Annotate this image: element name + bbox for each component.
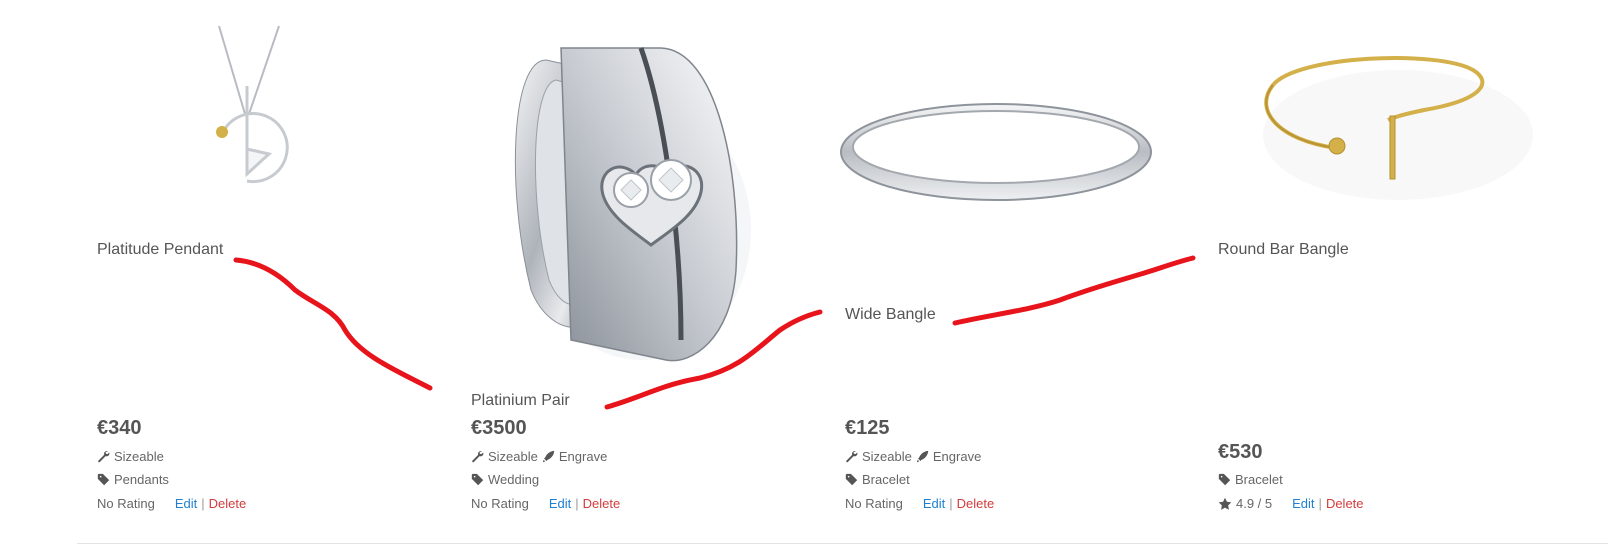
card-actions: Edit | Delete	[175, 496, 246, 511]
wrench-icon	[471, 450, 484, 463]
product-card: Round Bar Bangle €530 Bracelet 4.9 / 5 E…	[1218, 0, 1558, 540]
category-label: Bracelet	[1235, 472, 1283, 487]
product-price: €3500	[471, 417, 527, 439]
tag-icon	[845, 473, 858, 486]
product-image-bar-bangle[interactable]	[1248, 40, 1548, 220]
category-line: Wedding	[471, 472, 539, 487]
action-separator: |	[949, 496, 953, 511]
rating-text: No Rating	[97, 496, 155, 511]
feature-line: Sizeable Engrave	[845, 449, 981, 464]
action-separator: |	[1318, 496, 1322, 511]
tag-icon	[1218, 473, 1231, 486]
product-card: Platitude Pendant €340 Sizeable Pendants…	[97, 0, 437, 540]
rating-text: No Rating	[845, 496, 903, 511]
category-label: Wedding	[488, 472, 540, 487]
product-name[interactable]: Round Bar Bangle	[1218, 241, 1349, 259]
feature-label: Sizeable	[862, 449, 912, 464]
feature-label: Engrave	[932, 449, 982, 464]
card-actions: Edit | Delete	[1292, 496, 1363, 511]
product-card: Platinium Pair €3500 Sizeable Engrave We…	[471, 0, 811, 540]
product-name[interactable]: Platitude Pendant	[97, 241, 223, 259]
delete-link[interactable]: Delete	[957, 496, 995, 511]
rating-line: No Rating Edit | Delete	[471, 496, 620, 511]
product-card: Wide Bangle €125 Sizeable Engrave Bracel…	[840, 0, 1185, 540]
feature-label: Sizeable	[114, 449, 164, 464]
pen-nib-icon	[542, 450, 555, 463]
feature-line: Sizeable	[97, 449, 164, 464]
rating-line: No Rating Edit | Delete	[845, 496, 994, 511]
category-line: Pendants	[97, 472, 169, 487]
category-label: Bracelet	[862, 472, 910, 487]
category-label: Pendants	[114, 472, 169, 487]
feature-label: Engrave	[558, 449, 608, 464]
action-separator: |	[201, 496, 205, 511]
product-price: €530	[1218, 441, 1263, 463]
edit-link[interactable]: Edit	[175, 496, 197, 511]
product-image-pendant[interactable]	[197, 24, 297, 189]
divider	[77, 543, 1608, 544]
action-separator: |	[575, 496, 579, 511]
product-price: €125	[845, 417, 890, 439]
product-name[interactable]: Platinium Pair	[471, 392, 570, 410]
pen-nib-icon	[916, 450, 929, 463]
tag-icon	[97, 473, 110, 486]
wrench-icon	[97, 450, 110, 463]
rating-text: No Rating	[471, 496, 529, 511]
delete-link[interactable]: Delete	[583, 496, 621, 511]
wrench-icon	[845, 450, 858, 463]
rating-line: No Rating Edit | Delete	[97, 496, 246, 511]
feature-line: Sizeable Engrave	[471, 449, 607, 464]
edit-link[interactable]: Edit	[1292, 496, 1314, 511]
edit-link[interactable]: Edit	[923, 496, 945, 511]
delete-link[interactable]: Delete	[1326, 496, 1364, 511]
rating-line: 4.9 / 5 Edit | Delete	[1218, 496, 1364, 511]
feature-label: Sizeable	[488, 449, 538, 464]
card-actions: Edit | Delete	[549, 496, 620, 511]
delete-link[interactable]: Delete	[209, 496, 247, 511]
star-icon	[1218, 497, 1232, 511]
rating-text: 4.9 / 5	[1236, 496, 1273, 511]
product-image-bangle[interactable]	[837, 95, 1155, 210]
product-price: €340	[97, 417, 142, 439]
tag-icon	[471, 473, 484, 486]
product-grid: Platitude Pendant €340 Sizeable Pendants…	[0, 0, 1608, 560]
product-name[interactable]: Wide Bangle	[845, 306, 936, 324]
category-line: Bracelet	[1218, 472, 1283, 487]
product-image-ring[interactable]	[491, 40, 751, 370]
card-actions: Edit | Delete	[923, 496, 994, 511]
category-line: Bracelet	[845, 472, 910, 487]
edit-link[interactable]: Edit	[549, 496, 571, 511]
